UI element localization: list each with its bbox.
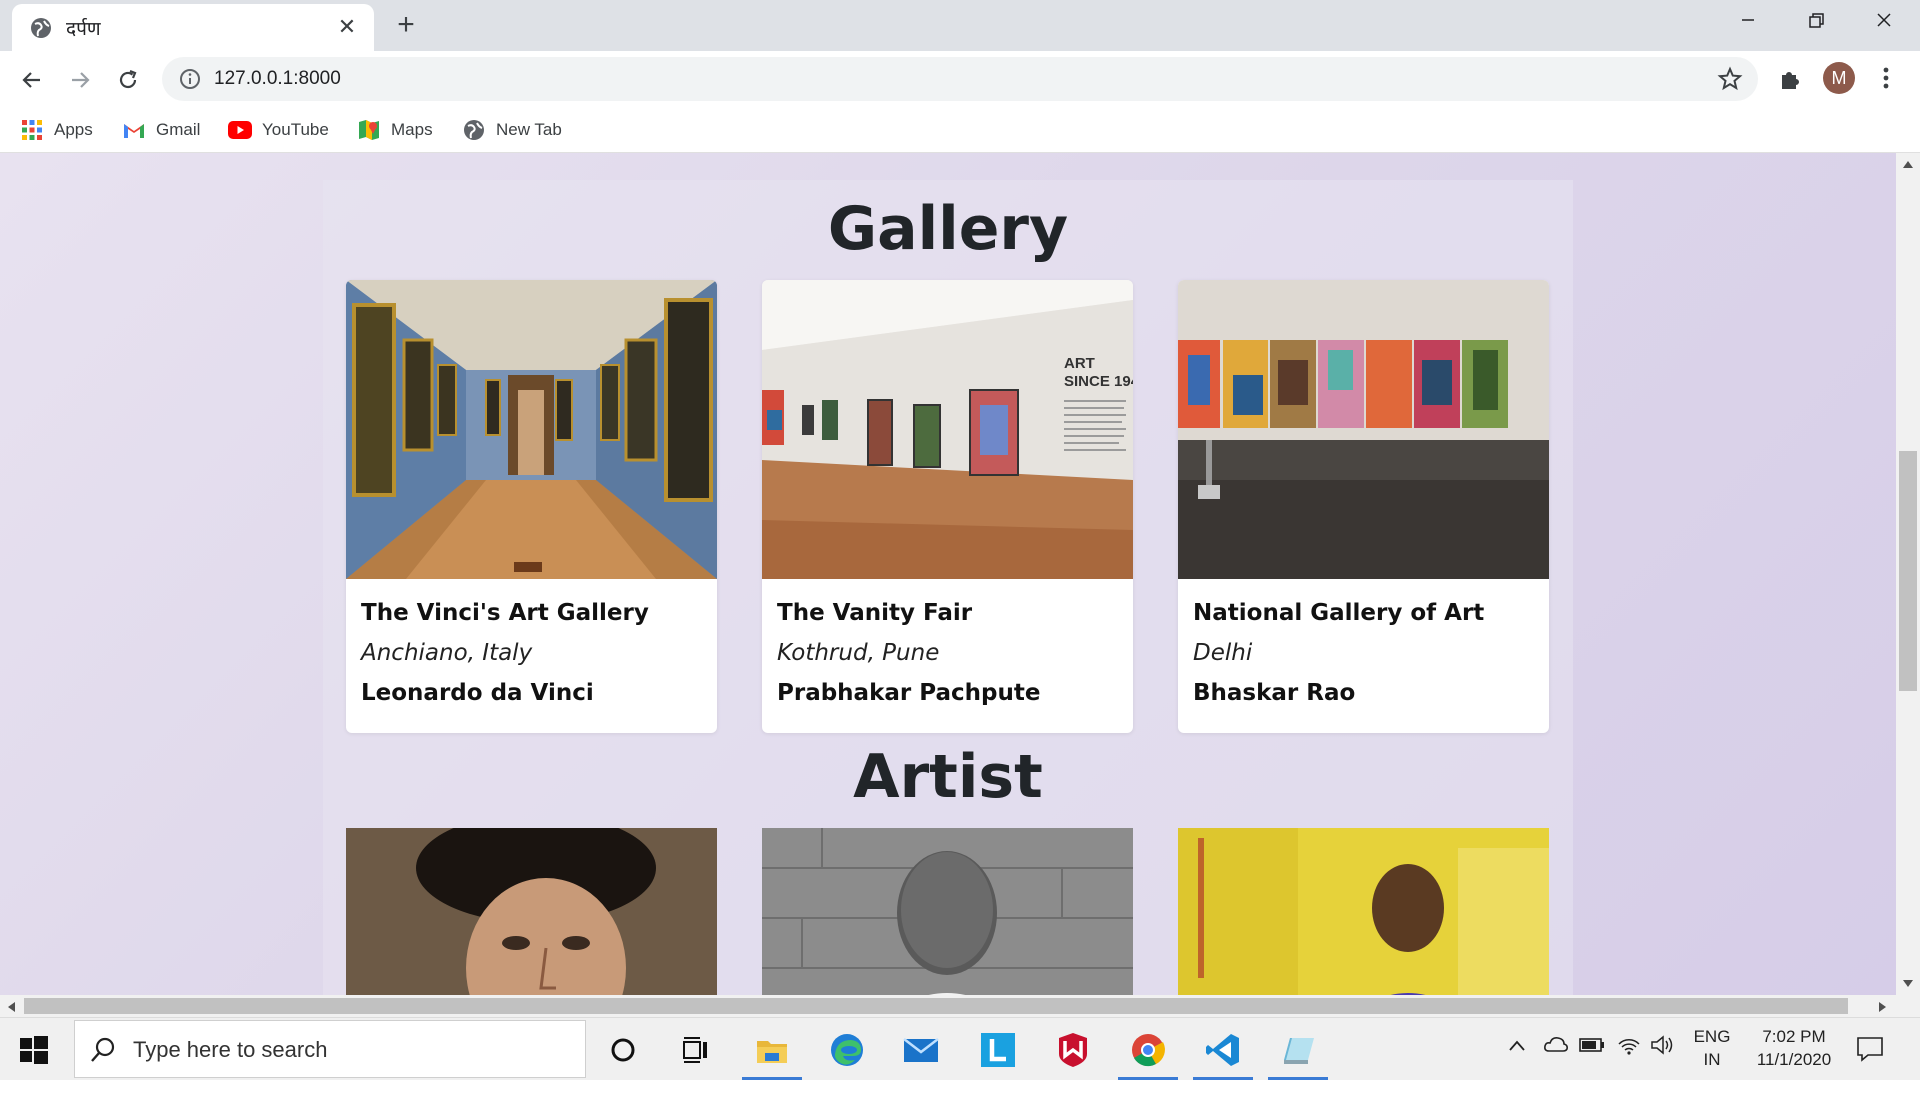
region-code: IN bbox=[1703, 1050, 1721, 1069]
scroll-left-icon[interactable] bbox=[6, 1001, 16, 1013]
bookmark-star-icon[interactable] bbox=[1716, 65, 1744, 93]
artist-image[interactable] bbox=[1178, 828, 1549, 995]
content-container: Gallery The Vinci's Art Gallery Anchiano… bbox=[323, 180, 1573, 995]
gallery-image bbox=[346, 280, 717, 579]
reload-icon[interactable] bbox=[111, 63, 145, 97]
gallery-image: ART SINCE 194 bbox=[762, 280, 1133, 579]
bookmark-label: Apps bbox=[54, 120, 93, 139]
gallery-card[interactable]: National Gallery of Art Delhi Bhaskar Ra… bbox=[1178, 280, 1549, 733]
close-tab-icon[interactable]: ✕ bbox=[336, 16, 358, 38]
bookmark-label: Maps bbox=[391, 120, 433, 139]
scroll-up-icon[interactable] bbox=[1902, 159, 1914, 169]
edge-browser-icon[interactable] bbox=[825, 1028, 869, 1072]
bookmark-label: YouTube bbox=[262, 120, 329, 139]
gallery-card[interactable]: ART SINCE 194 The Vanity Fair Kothrud, P… bbox=[762, 280, 1133, 733]
artist-heading: Artist bbox=[853, 742, 1043, 812]
mcafee-shield-icon[interactable] bbox=[1051, 1028, 1095, 1072]
wifi-icon[interactable] bbox=[1617, 1034, 1641, 1097]
menu-dots-icon[interactable] bbox=[1874, 63, 1898, 93]
artist-image[interactable] bbox=[762, 828, 1133, 995]
show-hidden-icons-icon[interactable] bbox=[1508, 1038, 1526, 1101]
gallery-location: Anchiano, Italy bbox=[361, 640, 533, 666]
address-bar[interactable]: 127.0.0.1:8000 bbox=[162, 57, 1758, 101]
notepad-icon[interactable] bbox=[1268, 1028, 1328, 1080]
browser-toolbar: 127.0.0.1:8000 M bbox=[0, 51, 1920, 107]
scroll-down-icon[interactable] bbox=[1902, 979, 1914, 989]
close-window-icon[interactable] bbox=[1866, 8, 1902, 38]
cortana-icon[interactable] bbox=[601, 1028, 645, 1072]
gallery-name: National Gallery of Art bbox=[1193, 600, 1485, 626]
vertical-scrollbar[interactable] bbox=[1896, 153, 1920, 995]
windows-start-icon[interactable] bbox=[14, 1032, 54, 1068]
gallery-image bbox=[1178, 280, 1549, 579]
chrome-icon[interactable] bbox=[1118, 1028, 1178, 1080]
apps-grid-icon bbox=[20, 118, 44, 142]
artist-image[interactable] bbox=[346, 828, 717, 995]
bookmark-youtube[interactable]: YouTube bbox=[228, 115, 329, 145]
info-icon[interactable] bbox=[178, 67, 202, 91]
browser-tab[interactable]: दर्पण ✕ bbox=[12, 4, 374, 51]
gallery-name: The Vinci's Art Gallery bbox=[361, 600, 649, 626]
url-text[interactable]: 127.0.0.1:8000 bbox=[214, 68, 341, 90]
maps-icon bbox=[357, 118, 381, 142]
gallery-location: Kothrud, Pune bbox=[777, 640, 940, 666]
search-placeholder: Type here to search bbox=[133, 1037, 328, 1062]
bookmark-new-tab[interactable]: New Tab bbox=[462, 115, 562, 145]
gallery-heading: Gallery bbox=[827, 194, 1069, 264]
scroll-right-icon[interactable] bbox=[1878, 1001, 1888, 1013]
horizontal-scroll-thumb[interactable] bbox=[24, 998, 1848, 1014]
taskbar-search-box[interactable]: Type here to search bbox=[74, 1020, 586, 1078]
clock-date: 11/1/2020 bbox=[1756, 1050, 1832, 1069]
gmail-icon bbox=[122, 118, 146, 142]
profile-avatar[interactable]: M bbox=[1823, 62, 1855, 94]
bookmarks-bar: Apps Gmail YouTube Maps New Tab bbox=[0, 107, 1920, 153]
clock-time: 7:02 PM bbox=[1762, 1027, 1826, 1046]
notifications-icon[interactable] bbox=[1856, 1036, 1884, 1099]
page-viewport: Gallery The Vinci's Art Gallery Anchiano… bbox=[0, 153, 1896, 995]
battery-icon[interactable] bbox=[1579, 1037, 1605, 1100]
search-icon bbox=[91, 1037, 115, 1062]
volume-icon[interactable] bbox=[1650, 1034, 1676, 1097]
language-code: ENG bbox=[1693, 1027, 1731, 1046]
bookmark-label: Gmail bbox=[156, 120, 201, 139]
card-body: The Vinci's Art Gallery Anchiano, Italy … bbox=[346, 579, 717, 733]
gallery-artist: Leonardo da Vinci bbox=[361, 680, 594, 706]
globe-icon bbox=[30, 17, 52, 39]
bookmark-label: New Tab bbox=[496, 120, 562, 139]
restore-icon[interactable] bbox=[1798, 8, 1834, 38]
windows-taskbar: Type here to search ENG IN 7:02 PM 11/1/… bbox=[0, 1017, 1920, 1080]
back-arrow-icon[interactable] bbox=[15, 63, 49, 97]
gallery-artist: Bhaskar Rao bbox=[1193, 680, 1356, 706]
file-explorer-icon[interactable] bbox=[742, 1028, 802, 1080]
forward-arrow-icon[interactable] bbox=[63, 63, 97, 97]
card-body: The Vanity Fair Kothrud, Pune Prabhakar … bbox=[762, 579, 1133, 733]
vertical-scroll-thumb[interactable] bbox=[1899, 451, 1917, 691]
gallery-card[interactable]: The Vinci's Art Gallery Anchiano, Italy … bbox=[346, 280, 717, 733]
globe-icon bbox=[462, 118, 486, 142]
gallery-name: The Vanity Fair bbox=[777, 600, 973, 626]
gallery-artist: Prabhakar Pachpute bbox=[777, 680, 1041, 706]
onedrive-cloud-icon[interactable] bbox=[1543, 1035, 1569, 1098]
l-app-icon[interactable] bbox=[976, 1028, 1020, 1072]
bookmark-apps[interactable]: Apps bbox=[20, 115, 93, 145]
vscode-icon[interactable] bbox=[1193, 1028, 1253, 1080]
minimize-icon[interactable] bbox=[1730, 8, 1766, 38]
bookmark-gmail[interactable]: Gmail bbox=[122, 115, 200, 145]
mail-icon[interactable] bbox=[899, 1028, 943, 1072]
youtube-icon bbox=[228, 118, 252, 142]
bookmark-maps[interactable]: Maps bbox=[357, 115, 433, 145]
card-body: National Gallery of Art Delhi Bhaskar Ra… bbox=[1178, 579, 1549, 733]
gallery-image-text: ART bbox=[1064, 355, 1095, 372]
task-view-icon[interactable] bbox=[674, 1028, 718, 1072]
gallery-image-text: SINCE 194 bbox=[1064, 373, 1133, 390]
new-tab-button[interactable]: + bbox=[390, 10, 422, 42]
tab-strip: दर्पण ✕ + bbox=[0, 0, 1920, 51]
horizontal-scrollbar[interactable] bbox=[0, 995, 1920, 1017]
gallery-location: Delhi bbox=[1193, 640, 1253, 666]
tab-title: दर्पण bbox=[66, 17, 101, 40]
extensions-puzzle-icon[interactable] bbox=[1776, 65, 1804, 93]
